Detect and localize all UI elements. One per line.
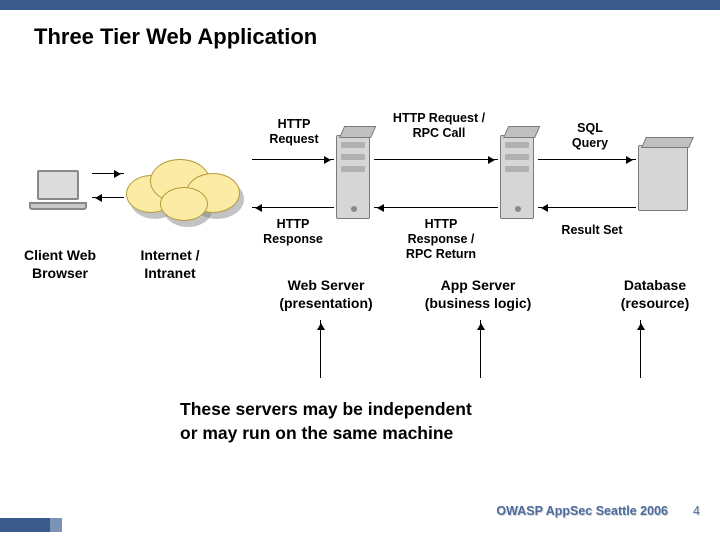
- laptop-icon: [28, 170, 88, 218]
- slide-title: Three Tier Web Application: [0, 10, 720, 50]
- footer-accent-bar-light: [50, 518, 62, 532]
- database-icon: [638, 145, 688, 211]
- label-http-request: HTTPRequest: [258, 117, 330, 147]
- app-server-icon: [500, 135, 534, 219]
- label-web-server: Web Server(presentation): [256, 277, 396, 312]
- diagram-stage: HTTPRequest HTTPResponse HTTP Request /R…: [0, 115, 720, 375]
- arrow-left-icon: [92, 197, 124, 198]
- arrow-up-icon: [480, 320, 481, 378]
- arrow-up-icon: [640, 320, 641, 378]
- label-rpc-return: HTTPResponse /RPC Return: [396, 217, 486, 262]
- cloud-icon: [120, 153, 250, 223]
- footer-accent-bar: [0, 518, 50, 532]
- header-bar: [0, 0, 720, 10]
- label-client: Client WebBrowser: [10, 247, 110, 282]
- label-rpc-call: HTTP Request /RPC Call: [380, 111, 498, 141]
- arrow-right-icon: [252, 159, 334, 160]
- arrow-left-icon: [538, 207, 636, 208]
- arrow-right-icon: [374, 159, 498, 160]
- arrow-right-icon: [92, 173, 124, 174]
- arrow-left-icon: [374, 207, 498, 208]
- label-app-server: App Server(business logic): [398, 277, 558, 312]
- label-database: Database(resource): [600, 277, 710, 312]
- caption-text: These servers may be independent or may …: [180, 398, 680, 445]
- arrow-left-icon: [252, 207, 334, 208]
- web-server-icon: [336, 135, 370, 219]
- label-result-set: Result Set: [552, 223, 632, 238]
- arrow-up-icon: [320, 320, 321, 378]
- label-sql-query: SQLQuery: [560, 121, 620, 151]
- footer-event: OWASP AppSec Seattle 2006: [496, 504, 668, 518]
- label-internet: Internet /Intranet: [120, 247, 220, 282]
- arrow-right-icon: [538, 159, 636, 160]
- footer: OWASP AppSec Seattle 2006 4: [0, 510, 720, 540]
- page-number: 4: [693, 504, 700, 518]
- label-http-response: HTTPResponse: [250, 217, 336, 247]
